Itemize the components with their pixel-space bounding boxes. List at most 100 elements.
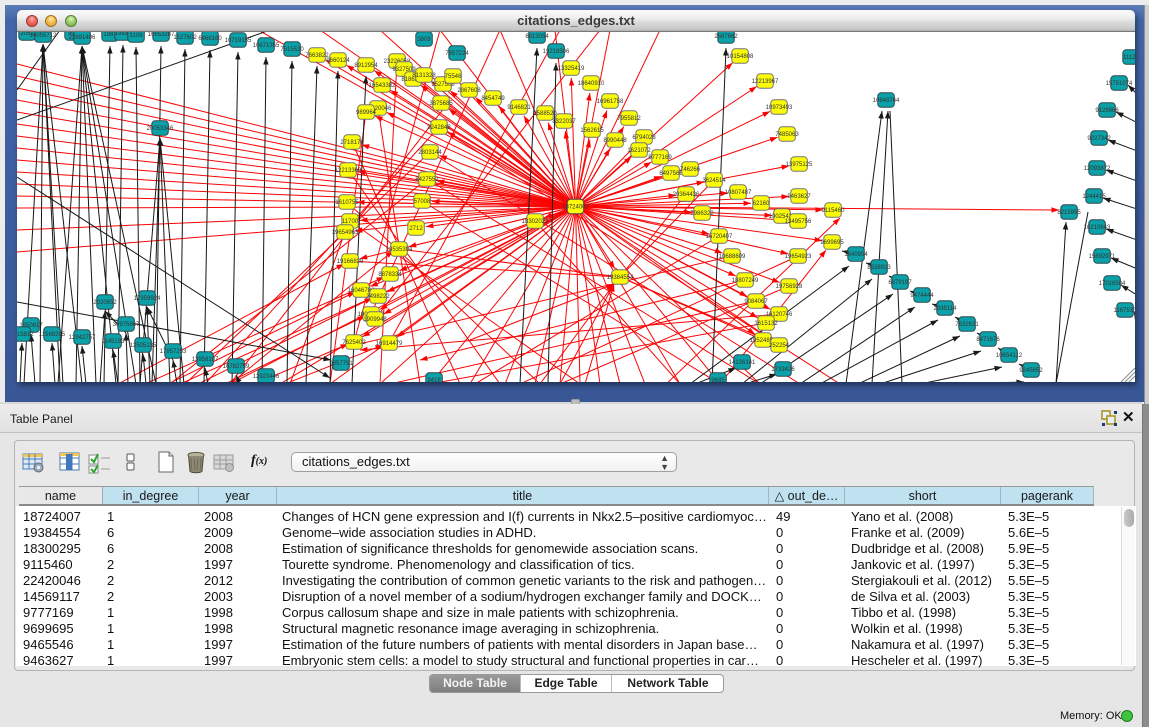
svg-text:7632621: 7632621	[955, 322, 979, 328]
svg-text:19384554: 19384554	[607, 275, 634, 281]
svg-text:19166829: 19166829	[337, 259, 364, 265]
svg-text:1909948: 1909948	[363, 317, 387, 323]
svg-text:1640954: 1640954	[844, 252, 868, 258]
svg-text:57008: 57008	[414, 199, 431, 205]
svg-text:3809: 3809	[417, 37, 431, 43]
svg-text:15720407: 15720407	[706, 234, 733, 240]
svg-text:10648764: 10648764	[873, 98, 900, 104]
svg-text:9699695: 9699695	[820, 240, 844, 246]
svg-text:9146821: 9146821	[507, 105, 531, 111]
svg-text:9418: 9418	[427, 378, 441, 382]
svg-text:17957253: 17957253	[160, 349, 187, 355]
svg-text:75546: 75546	[445, 74, 462, 80]
svg-text:11123: 11123	[1123, 55, 1135, 61]
svg-text:18640910: 18640910	[578, 81, 605, 87]
svg-text:252254: 252254	[769, 343, 790, 349]
svg-text:62160: 62160	[753, 201, 770, 207]
svg-text:10688609: 10688609	[719, 254, 746, 260]
svg-text:3106: 3106	[129, 33, 143, 39]
svg-text:15692971: 15692971	[1089, 254, 1116, 260]
svg-text:10154808: 10154808	[727, 54, 754, 60]
svg-text:6879197: 6879197	[888, 280, 912, 286]
svg-text:13958107: 13958107	[192, 357, 219, 363]
svg-text:3875685: 3875685	[429, 101, 453, 107]
svg-text:8938923: 8938923	[867, 265, 891, 271]
svg-text:3498222: 3498222	[366, 294, 390, 300]
svg-text:12093872: 12093872	[1084, 166, 1111, 172]
svg-text:8322037: 8322037	[552, 119, 576, 125]
svg-text:9227342: 9227342	[1087, 136, 1111, 142]
svg-text:7986322: 7986322	[690, 211, 714, 217]
svg-text:7485063: 7485063	[775, 132, 799, 138]
svg-text:1527602: 1527602	[173, 35, 197, 41]
svg-text:1588520: 1588520	[533, 111, 557, 117]
svg-text:14136141: 14136141	[729, 360, 756, 366]
svg-text:9660124: 9660124	[326, 58, 350, 64]
svg-text:19654923: 19654923	[785, 254, 812, 260]
svg-text:13325419: 13325419	[558, 66, 585, 72]
svg-text:8215955: 8215955	[1057, 210, 1081, 216]
svg-text:8912954: 8912954	[354, 63, 378, 69]
svg-text:1621072: 1621072	[627, 148, 651, 154]
svg-text:9777169: 9777169	[648, 155, 672, 161]
svg-text:10671355: 10671355	[253, 43, 280, 49]
svg-text:10653287: 10653287	[148, 32, 175, 38]
svg-text:1610755: 1610755	[335, 200, 359, 206]
svg-text:10973493: 10973493	[766, 105, 793, 111]
svg-text:17016504: 17016504	[1099, 281, 1126, 287]
svg-text:16961758: 16961758	[597, 99, 624, 105]
svg-text:8878334: 8878334	[378, 272, 402, 278]
svg-text:19756928: 19756928	[776, 284, 803, 290]
svg-text:2867608: 2867608	[457, 88, 481, 94]
svg-text:9242848: 9242848	[427, 125, 451, 131]
svg-text:9245652: 9245652	[1019, 368, 1043, 374]
svg-text:30975867: 30975867	[113, 322, 140, 328]
svg-text:746266: 746266	[680, 167, 701, 173]
svg-text:12213369: 12213369	[335, 168, 362, 174]
svg-text:2687662: 2687662	[714, 34, 738, 40]
svg-text:22691406: 22691406	[69, 35, 96, 41]
svg-text:9474444: 9474444	[910, 293, 934, 299]
svg-text:7625402: 7625402	[342, 340, 366, 346]
svg-text:12923446: 12923446	[253, 374, 280, 380]
svg-text:7857224: 7857224	[445, 51, 469, 57]
svg-text:16782759: 16782759	[223, 364, 250, 370]
svg-text:2803144: 2803144	[418, 150, 442, 156]
svg-text:989964: 989964	[356, 110, 377, 116]
svg-text:3915812: 3915812	[17, 332, 34, 338]
svg-text:17359924: 17359924	[134, 296, 161, 302]
svg-text:6466160: 6466160	[198, 36, 222, 42]
svg-text:9084067: 9084067	[744, 299, 768, 305]
svg-text:10719155: 10719155	[225, 38, 252, 44]
svg-text:16914479: 16914479	[376, 341, 403, 347]
svg-text:2718176: 2718176	[340, 140, 364, 146]
svg-text:1167533: 1167533	[1114, 308, 1135, 314]
svg-text:12213967: 12213967	[752, 79, 779, 85]
svg-text:1145193: 1145193	[102, 339, 126, 345]
svg-text:14055712: 14055712	[30, 33, 57, 39]
svg-text:7515520: 7515520	[280, 47, 304, 53]
svg-text:13535394: 13535394	[386, 247, 413, 253]
svg-text:12942757: 12942757	[69, 335, 96, 341]
svg-text:1562615: 1562615	[580, 128, 604, 134]
svg-text:20364436: 20364436	[673, 192, 700, 198]
svg-text:9129966: 9129966	[1095, 108, 1119, 114]
svg-text:2935114: 2935114	[934, 306, 958, 312]
svg-text:7955812: 7955812	[617, 116, 641, 122]
svg-text:8990448: 8990448	[603, 138, 627, 144]
svg-text:16210643: 16210643	[1084, 225, 1111, 231]
svg-text:9685: 9685	[711, 378, 725, 382]
svg-text:19218506: 19218506	[543, 49, 570, 55]
svg-text:12505135: 12505135	[130, 343, 157, 349]
svg-text:1733426: 1733426	[771, 367, 795, 373]
svg-text:2020652: 2020652	[93, 300, 117, 306]
svg-text:8454749: 8454749	[481, 96, 505, 102]
svg-text:20053346: 20053346	[147, 126, 174, 132]
svg-text:19654963: 19654963	[332, 230, 359, 236]
svg-text:9857791: 9857791	[329, 361, 353, 367]
svg-text:8471676: 8471676	[976, 337, 1000, 343]
svg-text:1615132: 1615132	[754, 321, 778, 327]
svg-text:18724007: 18724007	[562, 205, 589, 211]
svg-text:8427552: 8427552	[415, 177, 439, 183]
svg-text:8131328: 8131328	[412, 73, 436, 79]
